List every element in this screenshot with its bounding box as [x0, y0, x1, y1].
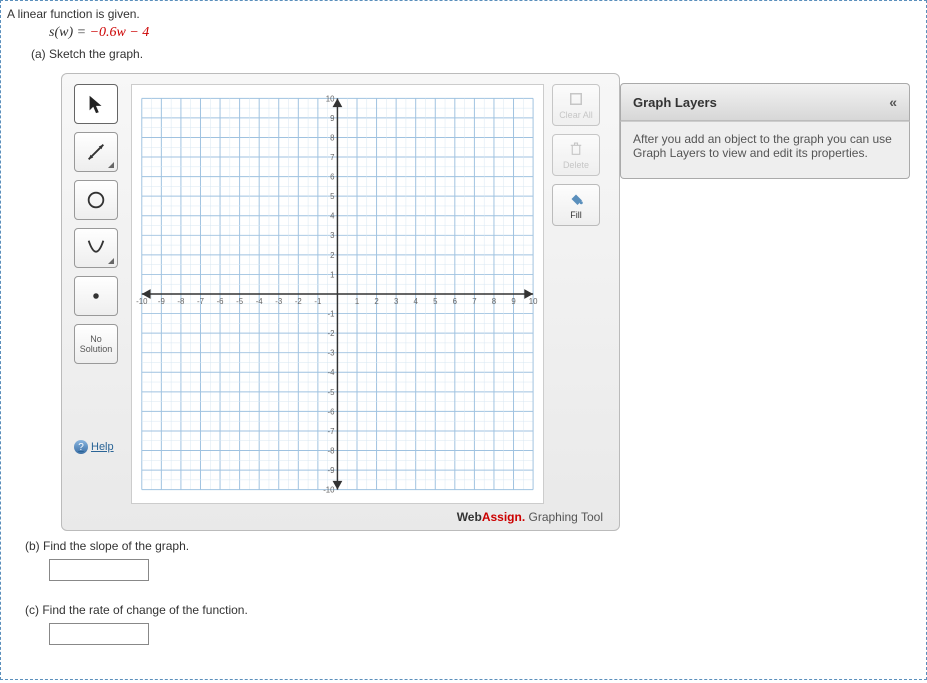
clear-all-label: Clear All: [559, 110, 593, 120]
parabola-tool[interactable]: [74, 228, 118, 268]
svg-text:6: 6: [453, 297, 457, 306]
side-button-column: Clear All Delete Fill: [552, 84, 607, 504]
delete-button[interactable]: Delete: [552, 134, 600, 176]
svg-text:-1: -1: [328, 310, 335, 319]
point-tool[interactable]: [74, 276, 118, 316]
svg-text:-10: -10: [136, 297, 148, 306]
pointer-icon: [85, 93, 107, 115]
equation: s(w) = −0.6w − 4: [49, 25, 926, 41]
svg-text:4: 4: [414, 297, 419, 306]
collapse-icon[interactable]: «: [889, 94, 897, 110]
brand-footer: WebAssign. Graphing Tool: [74, 504, 607, 524]
svg-text:8: 8: [492, 297, 496, 306]
graph-layers-body: After you add an object to the graph you…: [620, 121, 910, 179]
fill-label: Fill: [570, 210, 582, 220]
equation-lhs: s(w) =: [49, 25, 90, 40]
graphing-tool-panel: No Solution ? Help: [61, 73, 620, 531]
clear-all-icon: [567, 90, 585, 108]
svg-text:-10: -10: [323, 486, 335, 495]
svg-text:-1: -1: [314, 297, 321, 306]
parabola-icon: [85, 237, 107, 259]
svg-text:-8: -8: [328, 446, 335, 455]
svg-text:2: 2: [374, 297, 378, 306]
circle-tool[interactable]: [74, 180, 118, 220]
svg-text:10: 10: [529, 297, 538, 306]
svg-text:-9: -9: [328, 466, 335, 475]
svg-text:7: 7: [330, 153, 334, 162]
brand-tool: Graphing Tool: [525, 510, 603, 524]
svg-text:1: 1: [355, 297, 359, 306]
svg-text:-3: -3: [275, 297, 282, 306]
svg-text:-7: -7: [197, 297, 204, 306]
svg-text:-2: -2: [295, 297, 302, 306]
help-label: Help: [91, 441, 114, 453]
svg-text:7: 7: [472, 297, 476, 306]
brand-assign: Assign.: [482, 510, 525, 524]
help-icon: ?: [74, 440, 88, 454]
brand-web: Web: [457, 510, 482, 524]
circle-icon: [85, 189, 107, 211]
graph-grid: -10 -9 -8 -7 -6 -5 -4 -3 -2 -1 1 2 3 4 5 6 7 8 9 10 10 9 8 7 6 5…: [132, 85, 543, 503]
svg-text:-4: -4: [328, 368, 336, 377]
svg-text:10: 10: [326, 94, 335, 103]
svg-text:-6: -6: [217, 297, 224, 306]
fill-icon: [567, 190, 585, 208]
no-solution-line2: Solution: [80, 344, 113, 354]
part-a-label: (a) Sketch the graph.: [25, 41, 926, 65]
point-icon: [85, 285, 107, 307]
svg-text:-5: -5: [328, 388, 336, 397]
fill-button[interactable]: Fill: [552, 184, 600, 226]
svg-text:-5: -5: [236, 297, 244, 306]
svg-text:-6: -6: [328, 407, 335, 416]
svg-text:3: 3: [330, 231, 334, 240]
svg-text:-4: -4: [256, 297, 264, 306]
svg-text:9: 9: [330, 114, 334, 123]
no-solution-line1: No: [80, 334, 113, 344]
svg-text:5: 5: [330, 192, 335, 201]
rate-input[interactable]: [49, 623, 149, 645]
svg-text:5: 5: [433, 297, 438, 306]
svg-text:-9: -9: [158, 297, 165, 306]
tool-column: No Solution ? Help: [74, 84, 127, 504]
svg-text:9: 9: [511, 297, 515, 306]
svg-text:3: 3: [394, 297, 398, 306]
help-link[interactable]: ? Help: [74, 440, 114, 454]
trash-icon: [567, 140, 585, 158]
part-b-label: (b) Find the slope of the graph.: [25, 539, 926, 553]
svg-text:-8: -8: [178, 297, 185, 306]
graph-canvas[interactable]: -10 -9 -8 -7 -6 -5 -4 -3 -2 -1 1 2 3 4 5 6 7 8 9 10 10 9 8 7 6 5…: [131, 84, 544, 504]
graph-layers-header[interactable]: Graph Layers «: [620, 83, 910, 121]
svg-text:6: 6: [330, 173, 334, 182]
line-icon: [85, 141, 107, 163]
graph-layers-panel: Graph Layers « After you add an object t…: [620, 83, 910, 179]
svg-text:-3: -3: [328, 349, 335, 358]
svg-text:8: 8: [330, 133, 334, 142]
pointer-tool[interactable]: [74, 84, 118, 124]
line-tool[interactable]: [74, 132, 118, 172]
svg-text:4: 4: [330, 212, 335, 221]
delete-label: Delete: [563, 160, 589, 170]
problem-intro: A linear function is given.: [1, 1, 926, 25]
slope-input[interactable]: [49, 559, 149, 581]
clear-all-button[interactable]: Clear All: [552, 84, 600, 126]
svg-text:-2: -2: [328, 329, 335, 338]
svg-text:1: 1: [330, 270, 334, 279]
svg-text:2: 2: [330, 251, 334, 260]
no-solution-tool[interactable]: No Solution: [74, 324, 118, 364]
svg-text:-7: -7: [328, 427, 335, 436]
part-c-label: (c) Find the rate of change of the funct…: [25, 603, 926, 617]
graph-layers-title: Graph Layers: [633, 95, 717, 110]
equation-rhs: −0.6w − 4: [90, 25, 150, 40]
